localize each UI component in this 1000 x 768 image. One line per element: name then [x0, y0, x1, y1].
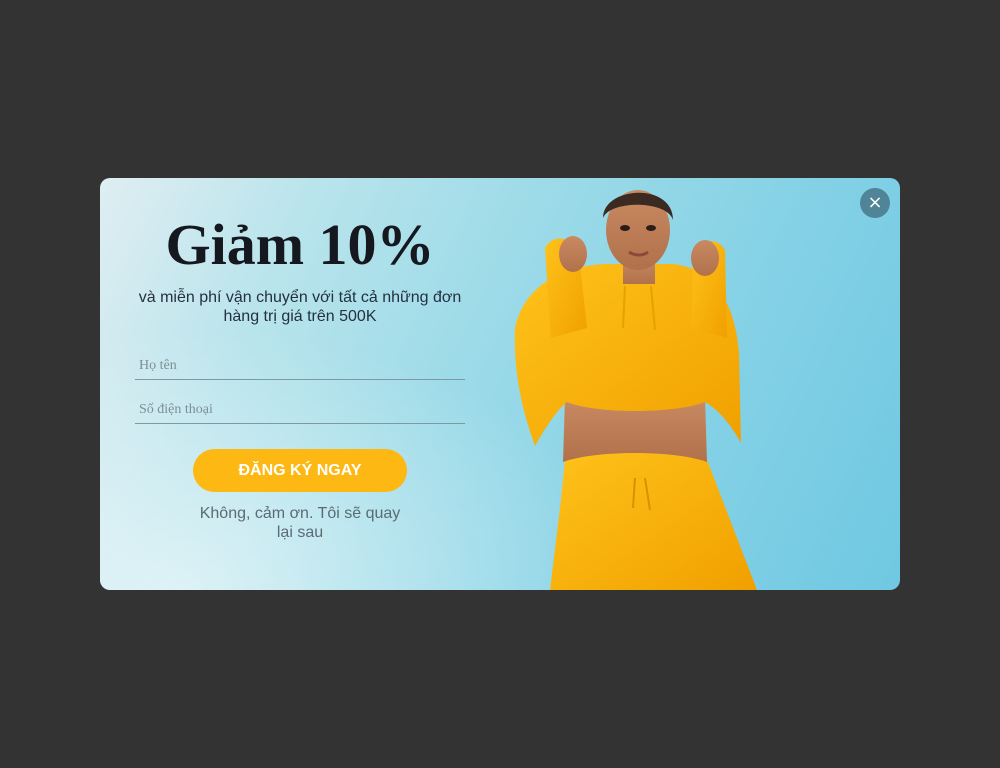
- close-button[interactable]: ×: [860, 188, 890, 218]
- model-photo: [514, 190, 757, 590]
- dismiss-link[interactable]: Không, cảm ơn. Tôi sẽ quay lại sau: [195, 504, 405, 542]
- signup-form: Giảm 10% và miễn phí vận chuyển với tất …: [135, 208, 465, 542]
- phone-input[interactable]: Số điện thoại: [135, 396, 465, 424]
- discount-headline: Giảm 10%: [165, 212, 435, 277]
- signup-button[interactable]: ĐĂNG KÝ NGAY: [193, 449, 407, 492]
- close-icon: ×: [867, 192, 883, 213]
- promo-popup: × Giảm 10% và miễn phí vận chuyển với tấ…: [100, 178, 900, 590]
- name-input[interactable]: Họ tên: [135, 352, 465, 380]
- offer-description: và miễn phí vận chuyển với tất cả những …: [138, 289, 462, 325]
